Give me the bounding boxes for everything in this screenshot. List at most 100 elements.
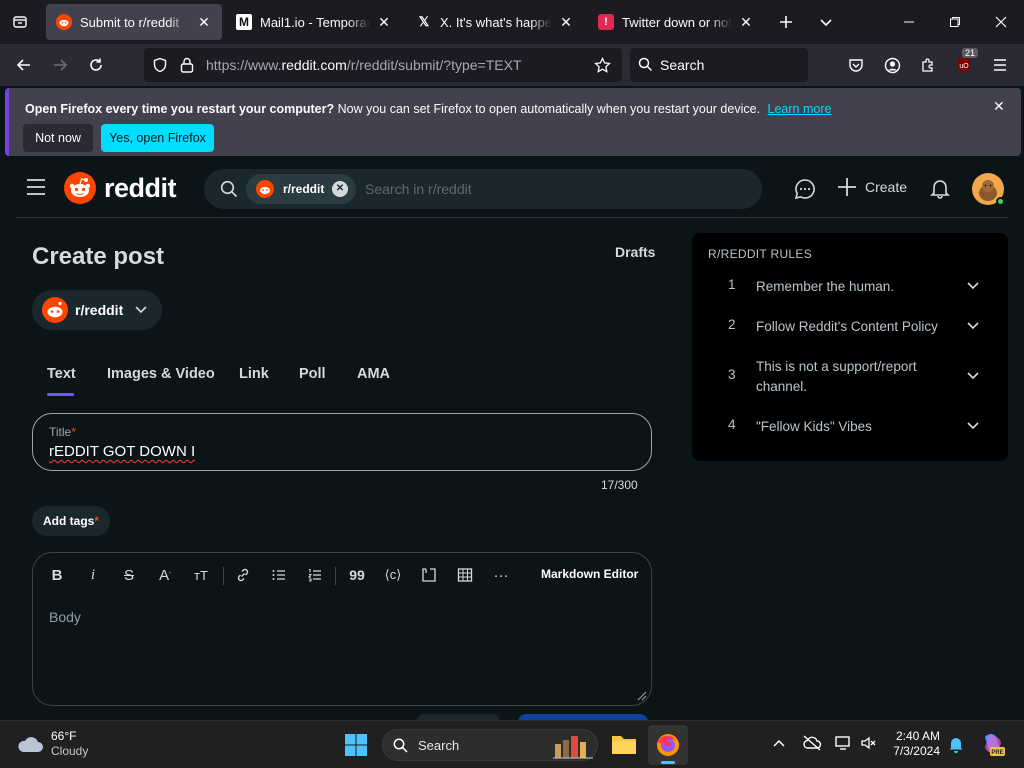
code-icon[interactable]: ⟨c⟩ <box>383 565 403 585</box>
body-placeholder: Body <box>49 609 81 625</box>
bulleted-list-icon[interactable] <box>269 565 289 585</box>
subreddit-search-chip[interactable]: r/reddit ✕ <box>246 174 356 204</box>
superscript-icon[interactable]: Aʼ <box>155 565 175 585</box>
strikethrough-icon[interactable]: S <box>119 565 139 585</box>
firefox-taskbar-button[interactable] <box>648 725 688 765</box>
onedrive-button[interactable] <box>802 734 822 752</box>
lock-icon[interactable] <box>180 57 194 73</box>
user-avatar[interactable] <box>972 173 1005 206</box>
more-options-icon[interactable]: ··· <box>491 565 511 585</box>
reload-icon <box>90 58 102 71</box>
network-button[interactable] <box>834 735 852 751</box>
copilot-button[interactable]: PRE <box>980 731 1006 757</box>
tab-overview-button[interactable] <box>0 0 40 44</box>
bookmark-star-icon[interactable] <box>594 56 611 74</box>
taskbar-search[interactable]: Search <box>382 729 598 761</box>
windows-logo-icon <box>345 734 367 756</box>
browser-search-bar[interactable]: Search <box>630 48 808 82</box>
table-icon[interactable] <box>455 565 475 585</box>
volume-button[interactable] <box>860 735 878 751</box>
ublock-button[interactable]: uO 21 <box>948 48 980 81</box>
quote-icon[interactable]: 99 <box>347 565 367 585</box>
resize-handle-icon[interactable] <box>637 691 647 701</box>
x-logo-icon: 𝕏 <box>418 14 430 29</box>
learn-more-link[interactable]: Learn more <box>768 102 832 116</box>
browser-tab-strip: Submit to r/reddit ✕ M Mail1.io - Tempor… <box>0 0 1024 44</box>
bell-icon <box>949 738 963 753</box>
rule-item[interactable]: 4 "Fellow Kids" Vibes <box>692 417 1008 441</box>
notifications-button[interactable] <box>929 177 951 199</box>
list-all-tabs-button[interactable] <box>808 0 844 44</box>
open-firefox-button[interactable]: Yes, open Firefox <box>101 124 214 152</box>
italic-icon[interactable]: i <box>83 565 103 585</box>
subreddit-avatar-icon <box>42 297 68 323</box>
rule-item[interactable]: 3 This is not a support/report channel. <box>692 357 1008 399</box>
alert-favicon-icon: ! <box>598 14 614 30</box>
tab-poll[interactable]: Poll <box>299 366 326 382</box>
reddit-menu-button[interactable] <box>26 178 46 196</box>
url-bar[interactable]: https://www.reddit.com/r/reddit/submit/?… <box>144 48 622 82</box>
notification-bold-text: Open Firefox every time you restart your… <box>25 102 335 116</box>
title-field[interactable]: Title* rEDDIT GOT DOWN I <box>32 413 652 471</box>
chat-button[interactable] <box>794 178 816 200</box>
pocket-button[interactable] <box>840 49 872 81</box>
new-tab-button[interactable] <box>768 0 804 44</box>
restore-button[interactable] <box>932 0 978 44</box>
code-block-icon[interactable] <box>419 565 439 585</box>
reload-button[interactable] <box>80 49 112 81</box>
drafts-button[interactable]: Drafts <box>615 244 655 260</box>
not-now-button[interactable]: Not now <box>23 124 93 152</box>
notification-center-button[interactable] <box>948 735 964 753</box>
account-button[interactable] <box>876 49 908 81</box>
rules-heading: R/REDDIT RULES <box>708 247 812 261</box>
body-editor[interactable]: B i S Aʼ ᴛT 99 ⟨c⟩ ··· Markdown Editor B… <box>32 552 652 706</box>
minimize-button[interactable] <box>886 0 932 44</box>
tab-x[interactable]: 𝕏 X. It's what's happening / X ✕ <box>406 4 584 40</box>
shield-icon[interactable] <box>152 57 168 73</box>
show-hidden-icons-button[interactable] <box>772 737 786 749</box>
tab-mail1[interactable]: M Mail1.io - Temporary Email ✕ <box>226 4 402 40</box>
add-tags-button[interactable]: Add tags * <box>32 506 110 536</box>
close-tab-icon[interactable]: ✕ <box>738 14 754 30</box>
bold-icon[interactable]: B <box>47 565 67 585</box>
close-notification-icon[interactable]: ✕ <box>993 98 1005 115</box>
create-post-button[interactable]: Create <box>836 176 907 198</box>
tab-text[interactable]: Text <box>47 366 76 382</box>
close-window-button[interactable] <box>978 0 1024 44</box>
close-tab-icon[interactable]: ✕ <box>196 14 212 30</box>
weather-widget[interactable]: 66°F Cloudy <box>16 729 88 759</box>
tab-images-video[interactable]: Images & Video <box>107 366 215 382</box>
rule-item[interactable]: 1 Remember the human. <box>692 277 1008 301</box>
extensions-button[interactable] <box>912 49 944 81</box>
chat-icon <box>794 179 815 200</box>
numbered-list-icon[interactable] <box>305 565 325 585</box>
markdown-editor-button[interactable]: Markdown Editor <box>541 567 638 581</box>
volume-muted-icon <box>861 736 876 750</box>
remove-chip-icon[interactable]: ✕ <box>332 181 348 197</box>
back-button[interactable] <box>8 49 40 81</box>
file-explorer-button[interactable] <box>610 731 638 757</box>
heading-icon[interactable]: ᴛT <box>191 565 211 585</box>
rule-text: This is not a support/report channel. <box>756 359 917 394</box>
start-button[interactable] <box>344 733 368 757</box>
arrow-left-icon <box>16 59 30 71</box>
copilot-icon: PRE <box>985 734 1005 756</box>
community-selector[interactable]: r/reddit <box>32 290 162 330</box>
tab-twitter-down[interactable]: ! Twitter down or not working ✕ <box>588 4 764 40</box>
close-tab-icon[interactable]: ✕ <box>376 14 392 30</box>
rule-item[interactable]: 2 Follow Reddit's Content Policy <box>692 317 1008 341</box>
reddit-logo[interactable]: reddit <box>64 172 177 204</box>
gmail-favicon-icon: M <box>236 14 252 30</box>
subreddit-avatar-icon <box>256 180 274 198</box>
forward-button[interactable] <box>44 49 76 81</box>
link-icon[interactable] <box>233 565 253 585</box>
tab-link[interactable]: Link <box>239 366 269 382</box>
app-menu-button[interactable] <box>984 49 1016 81</box>
tab-ama[interactable]: AMA <box>357 366 390 382</box>
tab-submit-reddit[interactable]: Submit to r/reddit ✕ <box>46 4 222 40</box>
reddit-search-bar[interactable]: r/reddit ✕ Search in r/reddit <box>204 169 762 209</box>
close-tab-icon[interactable]: ✕ <box>558 14 574 30</box>
clock-time: 2:40 AM <box>895 729 940 743</box>
reddit-search-placeholder: Search in r/reddit <box>365 181 472 197</box>
clock[interactable]: 2:40 AM 7/3/2024 <box>880 729 940 759</box>
